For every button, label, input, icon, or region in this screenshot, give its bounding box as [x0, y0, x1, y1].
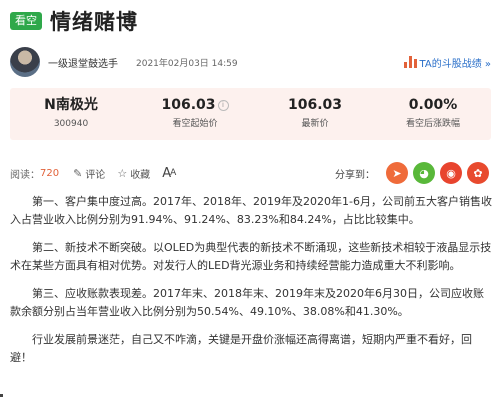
page-title: 情绪赌博	[50, 10, 138, 34]
article-paragraph-2: 第二、新技术不断突破。以OLED为典型代表的新技术不断涌现，这些新技术相较于液晶…	[10, 241, 492, 272]
read-label: 阅读：	[10, 169, 40, 181]
font-size-large: A	[162, 165, 171, 181]
edge-marker	[0, 394, 3, 397]
latest-price: 106.03	[287, 97, 343, 113]
font-size-small: A	[170, 168, 176, 178]
start-price-block: 106.03 i 看空起始价	[140, 96, 250, 130]
short-tag: 看空	[10, 12, 42, 30]
star-icon: ☆	[117, 166, 128, 180]
post-date: 2021年02月03日 14:59	[136, 58, 238, 69]
change-label: 看空后涨跌幅	[405, 119, 460, 129]
share-weibo-icon[interactable]: ◉	[440, 162, 462, 184]
ta-record-label: TA的斗股战绩 »	[419, 58, 491, 70]
ta-record-link[interactable]: TA的斗股战绩 »	[403, 55, 491, 70]
article-paragraph-4: 行业发展前景迷茫，自己又不咋滴，关键是开盘价涨幅还高得离谱，短期内严重不看好，回…	[10, 333, 472, 364]
action-row: 阅读： 720 ✎ 评论 ☆ 收藏 AA 分享到： ➤ ◕ ◉ ✿	[10, 160, 489, 186]
info-icon[interactable]: i	[217, 100, 229, 111]
author-row: 一级退堂鼓选手 2021年02月03日 14:59 TA的斗股战绩 »	[10, 46, 491, 78]
stock-name-block[interactable]: N南极光 300940	[26, 96, 116, 130]
font-size-button[interactable]: AA	[162, 165, 176, 181]
start-price: 106.03	[161, 97, 216, 113]
title-row: 看空 情绪赌博	[10, 8, 138, 34]
stock-name: N南极光	[44, 97, 98, 113]
stock-code: 300940	[53, 119, 89, 129]
start-price-label: 看空起始价	[172, 119, 218, 129]
share-qq-icon[interactable]: ✿	[467, 162, 489, 184]
favorite-button[interactable]: ☆ 收藏	[117, 166, 150, 181]
share-wechat-icon[interactable]: ◕	[413, 162, 435, 184]
share-label: 分享到：	[335, 169, 375, 181]
change-value: 0.00%	[408, 97, 458, 113]
comment-button[interactable]: ✎ 评论	[73, 166, 105, 181]
share-telegram-icon[interactable]: ➤	[386, 162, 408, 184]
author-name[interactable]: 一级退堂鼓选手	[48, 55, 118, 70]
article-paragraph-3: 第三、应收账款表现差。2017年末、2018年末、2019年末及2020年6月3…	[10, 287, 484, 318]
comment-label: 评论	[85, 169, 106, 181]
pencil-icon: ✎	[73, 166, 83, 180]
article-body: 第一、客户集中度过高。2017年、2018年、2019年及2020年1-6月，公…	[10, 193, 493, 377]
latest-price-block: 106.03 最新价	[260, 96, 370, 130]
article-paragraph-1: 第一、客户集中度过高。2017年、2018年、2019年及2020年1-6月，公…	[10, 195, 492, 226]
favorite-label: 收藏	[130, 169, 151, 181]
avatar[interactable]	[10, 47, 40, 77]
bar-chart-icon	[403, 56, 417, 68]
change-block: 0.00% 看空后涨跌幅	[378, 96, 488, 130]
stock-summary: N南极光 300940 106.03 i 看空起始价 106.03 最新价 0.0…	[10, 88, 491, 140]
latest-price-label: 最新价	[301, 119, 329, 129]
read-count: 720	[40, 167, 60, 179]
